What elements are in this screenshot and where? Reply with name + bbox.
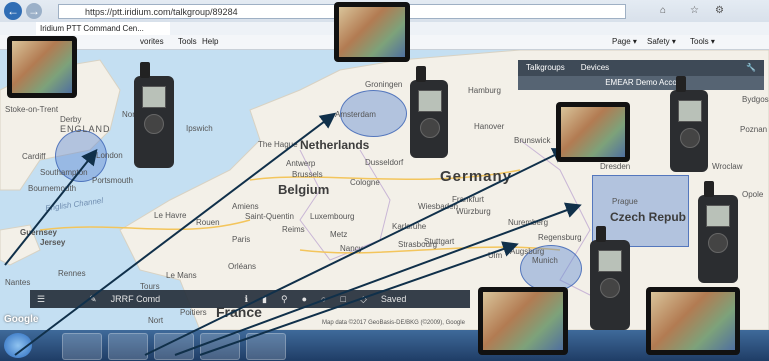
satellite-radio-image — [698, 181, 738, 283]
satellite-radio-image — [670, 76, 708, 172]
tablet-image — [556, 102, 630, 162]
tablet-image — [478, 287, 568, 355]
arrow-to-london — [4, 148, 98, 266]
arrow-to-munich — [199, 241, 519, 356]
tablet-image — [334, 2, 410, 62]
arrow-to-netherlands — [14, 112, 337, 356]
satellite-radio-image — [590, 226, 630, 330]
tablet-image — [646, 287, 740, 355]
tablet-image — [7, 36, 77, 98]
satellite-radio-image — [410, 66, 448, 158]
satellite-radio-image — [134, 62, 174, 168]
